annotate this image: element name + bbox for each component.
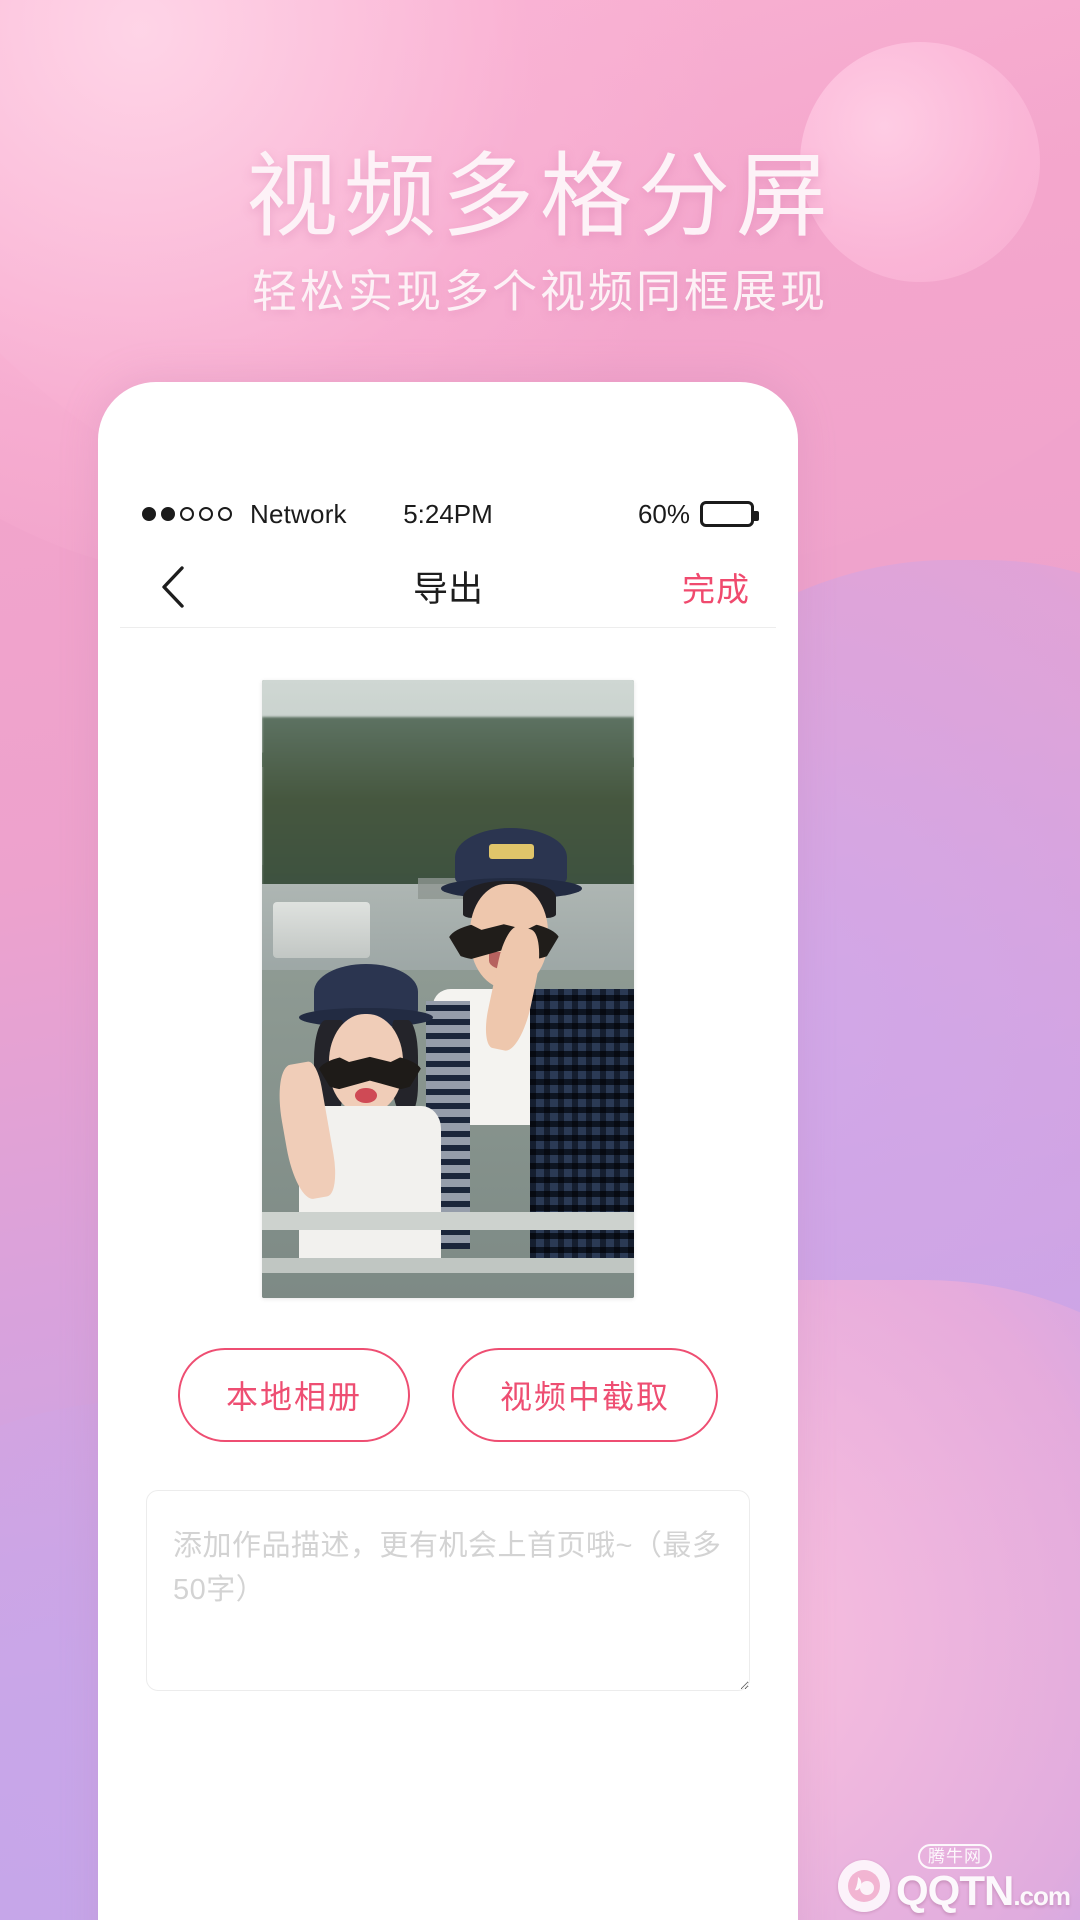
cover-preview-area [120,628,776,1298]
cover-thumbnail[interactable] [262,680,634,1298]
local-album-button[interactable]: 本地相册 [177,1348,410,1442]
watermark-text: 腾牛网 QQTN.com [895,1844,1071,1914]
capture-from-video-button[interactable]: 视频中截取 [452,1348,719,1442]
watermark-brand: QQTN [895,1867,1014,1914]
watermark-badge: 腾牛网 [918,1844,992,1869]
back-button[interactable] [146,560,200,614]
status-bar-left: Network [142,499,403,530]
battery-icon [700,501,760,527]
navigation-bar: 导出 完成 [120,546,776,628]
export-content: 本地相册 视频中截取 [120,628,776,1696]
promo-text-block: 视频多格分屏 轻松实现多个视频同框展现 [0,146,1080,319]
signal-strength-icon [142,507,232,521]
chevron-left-icon [160,565,186,609]
status-bar: Network 5:24PM 60% [120,482,776,546]
status-bar-clock: 5:24PM [403,498,493,529]
cover-source-buttons: 本地相册 视频中截取 [120,1348,776,1442]
watermark-suffix: .com [1013,1881,1071,1911]
description-area [120,1442,776,1696]
description-input[interactable] [146,1490,750,1691]
page-title: 导出 [412,570,483,609]
carrier-label: Network [250,498,347,529]
site-watermark: 腾牛网 QQTN.com [837,1844,1071,1914]
phone-mockup: Network 5:24PM 60% 导出 完成 本地相册 视频中截取 添加作品… [98,382,798,1920]
promo-title: 视频多格分屏 [245,146,834,248]
promo-subtitle: 轻松实现多个视频同框展现 [251,266,828,318]
status-bar-right: 60% [493,498,760,530]
battery-percent-label: 60% [637,498,691,529]
done-button[interactable]: 完成 [682,563,750,611]
phone-screen: Network 5:24PM 60% 导出 完成 本地相册 视频中截取 添加作品… [120,482,776,1920]
qqtn-logo-icon [837,1860,890,1912]
